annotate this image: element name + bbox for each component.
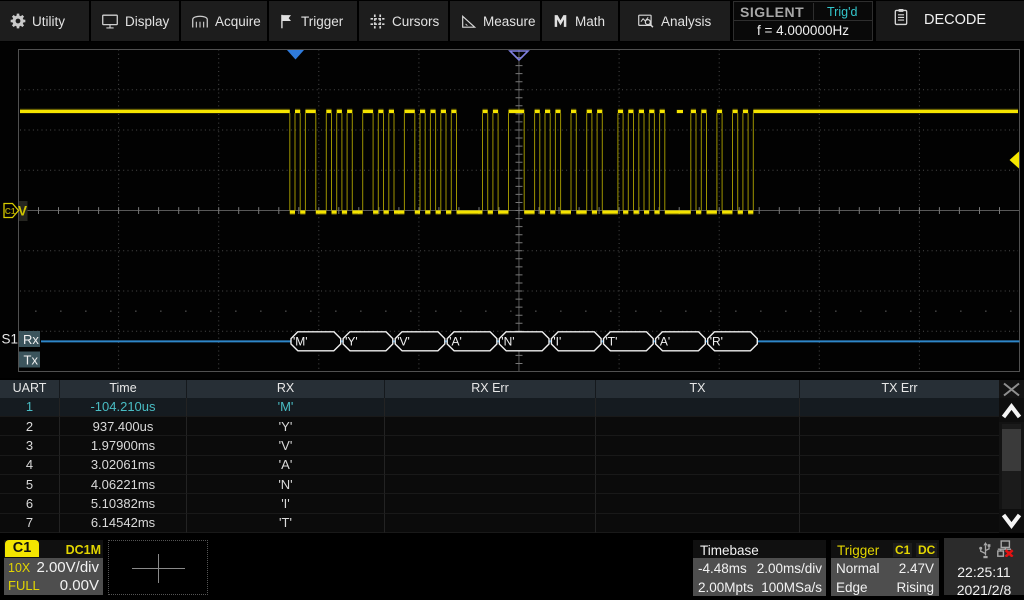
svg-text:C1: C1 — [5, 206, 16, 216]
svg-text:'M': 'M' — [293, 335, 308, 349]
svg-text:Rx: Rx — [23, 332, 39, 347]
svg-text:'N': 'N' — [501, 335, 514, 349]
svg-text:'R': 'R' — [710, 335, 723, 349]
svg-text:'A': 'A' — [658, 335, 671, 349]
svg-text:'A': 'A' — [449, 335, 462, 349]
svg-text:'I': 'I' — [553, 335, 561, 349]
svg-text:V: V — [18, 204, 27, 219]
svg-text:'Y': 'Y' — [345, 335, 358, 349]
svg-text:'V': 'V' — [397, 335, 410, 349]
svg-text:'T': 'T' — [606, 335, 618, 349]
svg-text:Tx: Tx — [24, 353, 39, 368]
svg-text:S1: S1 — [2, 332, 19, 347]
